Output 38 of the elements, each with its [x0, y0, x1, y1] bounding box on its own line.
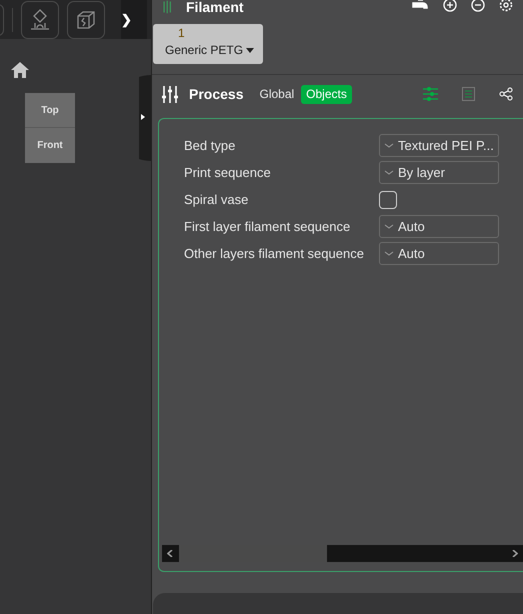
section-title: Process: [189, 84, 244, 104]
section-title: Filament: [186, 0, 244, 15]
setting-label: Spiral vase: [184, 192, 248, 206]
setting-label: First layer filament sequence: [184, 218, 350, 234]
dropdown[interactable]: By layer: [379, 161, 499, 184]
chevron-icon: [384, 142, 394, 148]
checkbox[interactable]: [379, 190, 397, 208]
dropdown[interactable]: Auto: [379, 215, 499, 238]
toolbar-button[interactable]: [21, 0, 59, 38]
cube-icon: [75, 8, 97, 30]
sliders-icon: [162, 86, 178, 102]
remove-icon[interactable]: [471, 0, 485, 12]
settings-icon[interactable]: [499, 0, 513, 12]
cube-face-label: Front: [37, 139, 63, 153]
sidebar-toggle[interactable]: ❯: [121, 0, 147, 39]
filament-selector[interactable]: 1 Generic PETG: [153, 24, 263, 64]
chevron-icon: [384, 224, 394, 230]
horizontal-scrollbar[interactable]: [162, 545, 523, 562]
faucet-icon[interactable]: [412, 0, 429, 12]
dropdown[interactable]: Auto: [379, 242, 499, 265]
setting-label: Other layers filament sequence: [184, 246, 364, 260]
scroll-right-icon[interactable]: [512, 550, 518, 557]
tab[interactable]: Global: [254, 84, 300, 104]
add-icon[interactable]: [443, 0, 457, 12]
cube-face-label: Top: [41, 104, 59, 118]
home-icon[interactable]: [10, 61, 30, 79]
share-icon[interactable]: [499, 87, 513, 101]
view-cube[interactable]: Top Front: [25, 93, 75, 163]
chevron-icon: [384, 250, 394, 256]
dropdown[interactable]: Textured PEI P...: [379, 134, 499, 157]
setting-label: Bed type: [184, 138, 236, 152]
caret-icon: [246, 48, 254, 52]
support-icon: [29, 8, 51, 32]
scroll-left-icon[interactable]: [167, 550, 173, 557]
setting-label: Print sequence: [184, 164, 271, 180]
toolbar-button[interactable]: [67, 0, 105, 38]
collapse-handle[interactable]: [139, 75, 151, 161]
chevron-icon: [384, 170, 394, 176]
